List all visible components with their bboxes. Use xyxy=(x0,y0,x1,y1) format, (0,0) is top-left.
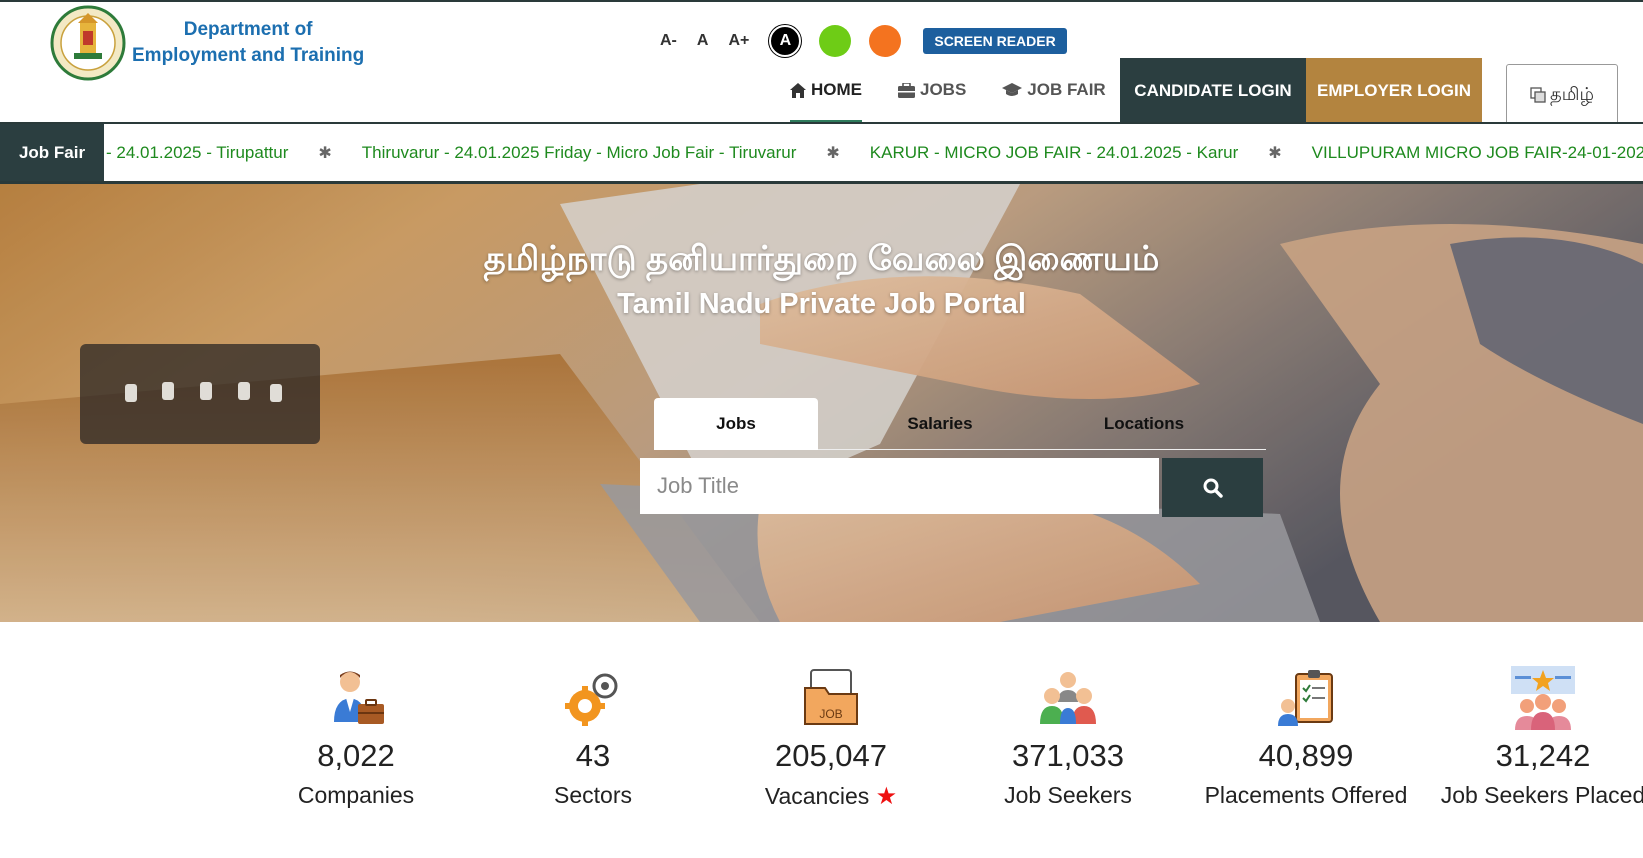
stat-job-seekers-value: 371,033 xyxy=(1011,738,1125,773)
language-toggle-button[interactable]: தமிழ் xyxy=(1506,64,1618,126)
ticker-label: Job Fair xyxy=(0,124,104,181)
nav-home-label: HOME xyxy=(811,80,862,99)
search-tabs: Jobs Salaries Locations xyxy=(654,398,1266,450)
department-title-line1: Department of xyxy=(183,19,313,40)
job-fair-ticker: Job Fair - 24.01.2025 - Tirupattur ✱ Thi… xyxy=(0,122,1643,184)
ticker-item[interactable]: - 24.01.2025 - Tirupattur xyxy=(106,143,288,163)
stat-vacancies: JOB 205,047 Vacancies ★ xyxy=(711,666,951,811)
ticker-separator: ✱ xyxy=(1268,144,1282,162)
ticker-item[interactable]: Thiruvarur - 24.01.2025 Friday - Micro J… xyxy=(362,143,797,163)
people-group-icon xyxy=(1040,672,1096,724)
stat-placements-offered: 40,899 Placements Offered xyxy=(1186,666,1426,809)
ticker-track: - 24.01.2025 - Tirupattur ✱ Thiruvarur -… xyxy=(106,124,1643,181)
gears-icon xyxy=(565,673,618,726)
home-icon xyxy=(790,82,806,98)
nav-jobs-label: JOBS xyxy=(920,80,967,99)
stat-placements-offered-label: Placements Offered xyxy=(1204,782,1408,808)
search-button[interactable] xyxy=(1162,458,1263,517)
ticker-item[interactable]: VILLUPURAM MICRO JOB FAIR-24-01-2025 xyxy=(1312,143,1643,163)
stat-vacancies-value: 205,047 xyxy=(774,738,888,773)
svg-text:JOB: JOB xyxy=(819,707,842,721)
tab-salaries[interactable]: Salaries xyxy=(858,398,1022,450)
nav-jobs[interactable]: JOBS xyxy=(880,58,984,122)
briefcase-icon xyxy=(898,82,915,98)
stat-sectors-label: Sectors xyxy=(554,782,632,808)
nav-job-fair[interactable]: JOB FAIR xyxy=(984,58,1123,122)
statistics-section: 8,022 Companies 43 Sectors JOB 205,047 V… xyxy=(0,622,1643,858)
stat-companies-value: 8,022 xyxy=(317,738,395,773)
tamilnadu-emblem-logo[interactable] xyxy=(50,5,126,81)
stat-sectors: 43 Sectors xyxy=(473,666,713,809)
hero-title-tamil: தமிழ்நாடு தனியார்துறை வேலை இணையம் xyxy=(483,240,1160,278)
stat-job-seekers-placed-label: Job Seekers Placed xyxy=(1440,782,1643,808)
stat-job-seekers: 371,033 Job Seekers xyxy=(948,666,1188,809)
department-title[interactable]: Department of Employment and Training xyxy=(132,17,364,69)
star-audience-icon xyxy=(1511,666,1575,730)
font-normal-button[interactable]: A xyxy=(697,32,709,50)
tab-jobs[interactable]: Jobs xyxy=(654,398,818,450)
stat-companies-label: Companies xyxy=(297,782,415,808)
font-increase-button[interactable]: A+ xyxy=(728,32,749,50)
stat-sectors-value: 43 xyxy=(575,738,611,773)
employer-login-button[interactable]: EMPLOYER LOGIN xyxy=(1306,58,1482,124)
main-nav: HOME JOBS JOB FAIR xyxy=(790,58,1124,124)
businessman-icon xyxy=(334,671,384,724)
nav-job-fair-label: JOB FAIR xyxy=(1027,80,1106,99)
accessibility-toolbar: A- A A+ A SCREEN READER xyxy=(660,25,1067,57)
ticker-separator: ✱ xyxy=(318,144,332,162)
candidate-login-button[interactable]: CANDIDATE LOGIN xyxy=(1120,58,1306,124)
screen-reader-button[interactable]: SCREEN READER xyxy=(923,28,1067,54)
theme-green-button[interactable] xyxy=(819,25,852,57)
ticker-separator: ✱ xyxy=(826,144,840,162)
font-decrease-button[interactable]: A- xyxy=(660,32,677,50)
stat-vacancies-label-wrap: Vacancies ★ xyxy=(711,782,951,811)
job-folder-icon: JOB xyxy=(804,669,858,725)
site-header: Department of Employment and Training A-… xyxy=(0,0,1643,126)
stat-job-seekers-placed: 31,242 Job Seekers Placed xyxy=(1423,666,1643,809)
search-icon xyxy=(1203,478,1223,498)
stat-vacancies-label: Vacancies xyxy=(764,783,870,809)
nav-home[interactable]: HOME xyxy=(790,58,880,124)
stat-companies: 8,022 Companies xyxy=(236,666,476,809)
ticker-item[interactable]: KARUR - MICRO JOB FAIR - 24.01.2025 - Ka… xyxy=(870,143,1238,163)
contrast-black-button[interactable]: A xyxy=(769,25,802,57)
stat-job-seekers-placed-value: 31,242 xyxy=(1495,738,1591,773)
department-title-line2: Employment and Training xyxy=(132,45,365,66)
job-title-search-input[interactable] xyxy=(640,458,1159,514)
clipboard-checklist-icon xyxy=(1278,670,1333,726)
star-icon: ★ xyxy=(875,783,898,810)
graduation-cap-icon xyxy=(1002,82,1023,96)
stat-job-seekers-label: Job Seekers xyxy=(1004,782,1132,808)
tab-locations[interactable]: Locations xyxy=(1062,398,1226,450)
stat-placements-offered-value: 40,899 xyxy=(1258,738,1354,773)
hero-banner: தமிழ்நாடு தனியார்துறை வேலை இணையம் Tamil … xyxy=(0,184,1643,622)
translate-icon xyxy=(1530,87,1546,103)
language-toggle-label: தமிழ் xyxy=(1550,83,1594,104)
theme-orange-button[interactable] xyxy=(869,25,902,57)
hero-title-english: Tamil Nadu Private Job Portal xyxy=(617,288,1026,320)
